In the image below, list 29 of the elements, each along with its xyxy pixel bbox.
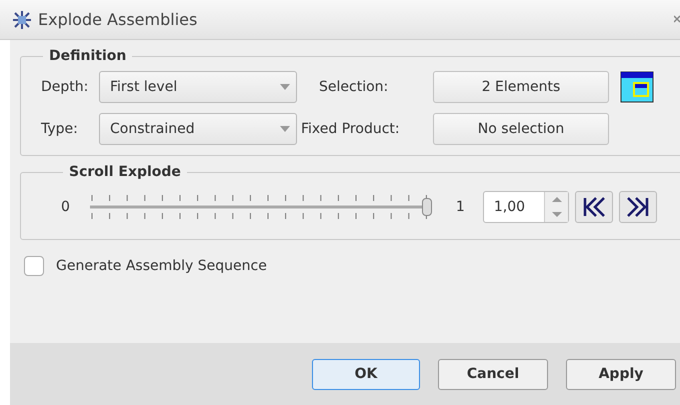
dialog-button[interactable]: Apply	[566, 358, 676, 390]
slider-thumb[interactable]	[422, 198, 432, 216]
type-label: Type:	[41, 120, 79, 138]
spinner-field[interactable]: 1,00	[482, 191, 569, 223]
close-icon[interactable]	[674, 14, 680, 24]
rewind-button[interactable]	[574, 191, 613, 223]
fast-forward-icon	[626, 196, 650, 218]
depth-label: Depth:	[41, 78, 90, 96]
group-title: Definition	[48, 47, 128, 66]
min-label: 0	[61, 198, 70, 216]
forward-button[interactable]	[618, 191, 657, 223]
checkbox-label: Generate Assembly Sequence	[56, 256, 267, 276]
fixed-product-button[interactable]: No selection	[433, 113, 609, 145]
depth-dropdown[interactable]: First level	[99, 71, 297, 103]
dialog-button[interactable]: Cancel	[438, 358, 548, 390]
type-dropdown[interactable]: Constrained	[99, 113, 297, 145]
star-icon	[12, 10, 32, 30]
window-icon[interactable]	[620, 71, 654, 103]
checkbox[interactable]	[24, 256, 44, 276]
caret-icon	[280, 126, 290, 132]
dialog-button[interactable]: OK	[312, 358, 420, 390]
fixed-product-label: Fixed Product:	[300, 120, 401, 138]
max-label: 1	[456, 198, 465, 216]
caret-icon	[280, 84, 290, 90]
window-title: Explode Assemblies	[38, 8, 198, 30]
rewind-icon	[582, 196, 606, 218]
group-title: Scroll Explode	[68, 163, 182, 182]
selection-button[interactable]: 2 Elements	[433, 71, 609, 103]
selection-label: Selection:	[318, 78, 390, 96]
